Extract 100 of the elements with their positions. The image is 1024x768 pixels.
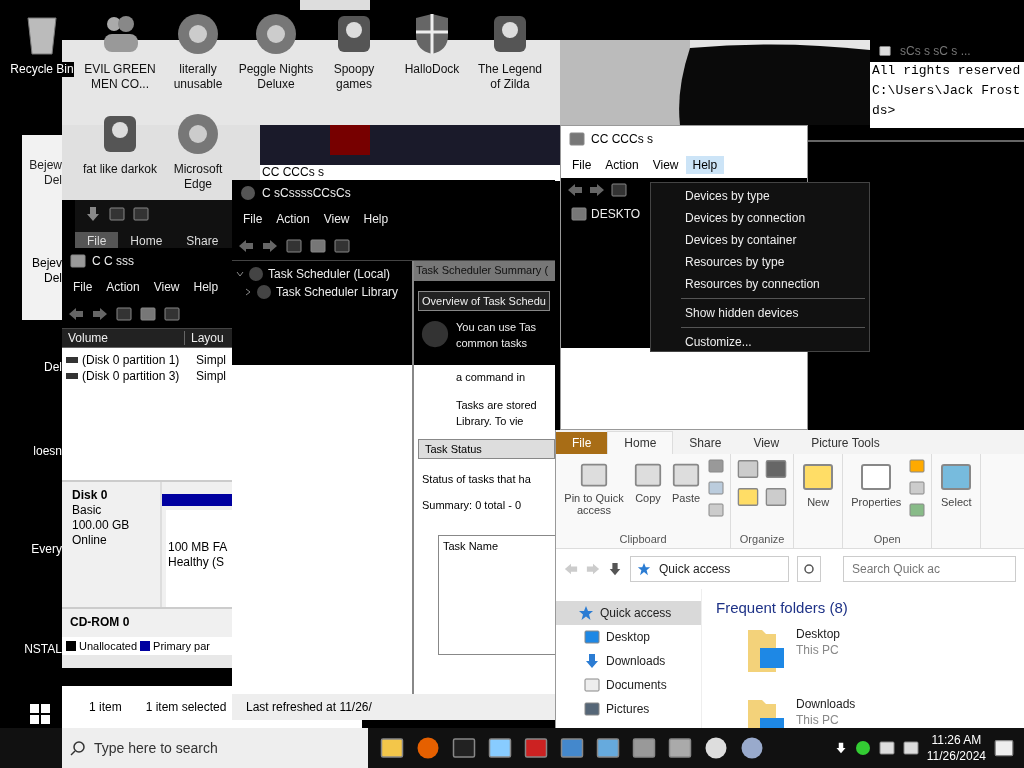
icon-label[interactable]: Peggle Nights Deluxe (238, 62, 314, 92)
folder-name[interactable]: Desktop (796, 626, 841, 642)
menu-item[interactable]: Help (186, 278, 226, 296)
icon-label[interactable]: NSTAL (22, 642, 62, 657)
column-header[interactable]: Volume (62, 331, 185, 345)
window-title: C C sss (92, 254, 134, 268)
tree-item[interactable]: DESKTO (591, 207, 641, 221)
ribbon-button[interactable]: Copy (632, 458, 664, 533)
tree-item[interactable]: Task Scheduler (Local) (268, 267, 391, 281)
menu-item[interactable]: Action (598, 156, 646, 174)
ring-icon[interactable] (254, 12, 298, 56)
status-text: 1 item (89, 700, 122, 714)
nav-item[interactable]: Pictures (556, 697, 701, 721)
ribbon-tab[interactable]: View (737, 432, 796, 454)
column-header[interactable]: Layou (185, 331, 230, 345)
icon-label[interactable]: Recycle Bin (10, 62, 74, 77)
icon-label[interactable]: literally unusable (160, 62, 236, 92)
nav-item[interactable]: Quick access (556, 601, 701, 625)
menu-item[interactable]: View (146, 278, 187, 296)
icon-label[interactable]: Every (22, 542, 62, 557)
menu-item[interactable]: Action (99, 278, 147, 296)
windows-icon[interactable] (30, 704, 50, 724)
menu-item[interactable]: File (565, 156, 599, 174)
window-title: CC CCCs s (260, 165, 560, 181)
ribbon-button[interactable]: Pin to Quick access (562, 458, 626, 533)
icon-label[interactable]: Bejev Del (22, 256, 62, 286)
menu-item[interactable]: Help (685, 156, 725, 174)
icon-label[interactable]: Spoopy games (316, 62, 392, 92)
forward-icon (262, 238, 278, 254)
menu-item[interactable]: File (66, 278, 100, 296)
ribbon-button[interactable]: Paste (670, 458, 703, 533)
icon-label[interactable]: loesn (22, 444, 62, 459)
icon-label[interactable]: The Legend of Zilda (472, 62, 548, 92)
partition-bar (162, 494, 232, 506)
disk-detail: 100.00 GB (72, 518, 131, 533)
window-title: sCs s sC s ... (900, 44, 971, 58)
menu-item[interactable]: Resources by connection (651, 273, 869, 295)
ribbon-tab[interactable]: Home (118, 232, 175, 250)
group-label: Clipboard (619, 533, 667, 547)
back-icon (564, 562, 578, 576)
menu-item[interactable]: Devices by container (651, 229, 869, 251)
menu-item[interactable]: Customize... (651, 331, 869, 353)
folder-location: This PC (796, 712, 840, 728)
section-header[interactable]: Task Status (418, 439, 555, 459)
menu-item[interactable]: Show hidden devices (651, 302, 869, 324)
column-header[interactable]: Task Name (443, 540, 499, 552)
clock-date[interactable]: 11/26/2024 (926, 748, 986, 764)
console-text: C:\Users\Jack Frost (872, 84, 1022, 98)
menu-item[interactable]: Resources by type (651, 251, 869, 273)
icon-label[interactable]: HalloDock (404, 62, 460, 77)
menu-item[interactable]: Devices by connection (651, 207, 869, 229)
nav-item[interactable]: Documents (556, 673, 701, 697)
icon-label[interactable]: Bejew Del (22, 158, 62, 188)
legend-label: Primary par (153, 640, 210, 652)
ribbon-tab[interactable]: Home (607, 431, 674, 454)
down-arrow-icon (85, 206, 101, 222)
console-text: All rights reserved (872, 64, 1022, 78)
chevron-icon[interactable] (244, 286, 252, 298)
overview-text: Tasks are stored Library. To vie (456, 398, 537, 429)
ribbon-tab[interactable]: Share (673, 432, 738, 454)
forward-icon (92, 306, 108, 322)
section-header[interactable]: Overview of Task Schedu (418, 291, 550, 311)
menu-item[interactable]: Devices by type (651, 185, 869, 207)
table-cell: Simpl (196, 353, 226, 367)
overview-text: a command in (456, 370, 527, 385)
ribbon-button[interactable]: New (800, 458, 837, 548)
menu-item[interactable]: Help (356, 210, 396, 228)
window-title: C sCssssCCsCs (262, 186, 351, 200)
menu-item[interactable]: Action (269, 210, 317, 228)
status-text: Last refreshed at 11/26/ (232, 694, 555, 720)
search-box[interactable]: Type here to search (62, 728, 368, 768)
clock-time[interactable]: 11:26 AM (926, 732, 986, 748)
folder-name[interactable]: Downloads (796, 696, 856, 712)
section-header[interactable]: Frequent folders (8) (716, 599, 1024, 616)
star-icon (578, 605, 594, 621)
menu-item[interactable]: File (236, 210, 270, 228)
ring-icon[interactable] (176, 12, 220, 56)
nav-item[interactable]: Downloads (556, 649, 701, 673)
star-icon (637, 562, 651, 576)
address-bar[interactable]: Quick access (630, 556, 790, 582)
ribbon-tab[interactable]: File (556, 432, 608, 454)
icon-label[interactable]: fat like darkok (82, 162, 157, 177)
search-icon (70, 740, 86, 756)
ribbon-tab[interactable]: Share (174, 232, 231, 250)
partition-box[interactable]: 100 MB FA Healthy (S (166, 510, 232, 607)
search-field[interactable]: Search Quick ac (843, 556, 1016, 582)
ribbon-button[interactable]: Select (938, 458, 975, 548)
folder-location: This PC (796, 642, 840, 658)
icon-label[interactable]: Microsoft Edge (160, 162, 236, 192)
back-icon (68, 306, 84, 322)
table-cell-text: (Disk 0 partition 1) (82, 353, 181, 367)
ribbon-button[interactable]: Properties (849, 458, 904, 533)
nav-item[interactable]: Desktop (556, 625, 701, 649)
tree-item[interactable]: Task Scheduler Library (276, 285, 399, 299)
menu-item[interactable]: View (645, 156, 686, 174)
menu-item[interactable]: View (316, 210, 357, 228)
ribbon-tab[interactable]: Picture Tools (795, 432, 896, 454)
refresh-icon[interactable] (797, 556, 821, 582)
icon-label[interactable]: EVIL GREEN MEN CO... (82, 62, 158, 92)
icon-label[interactable]: Del (22, 360, 62, 375)
